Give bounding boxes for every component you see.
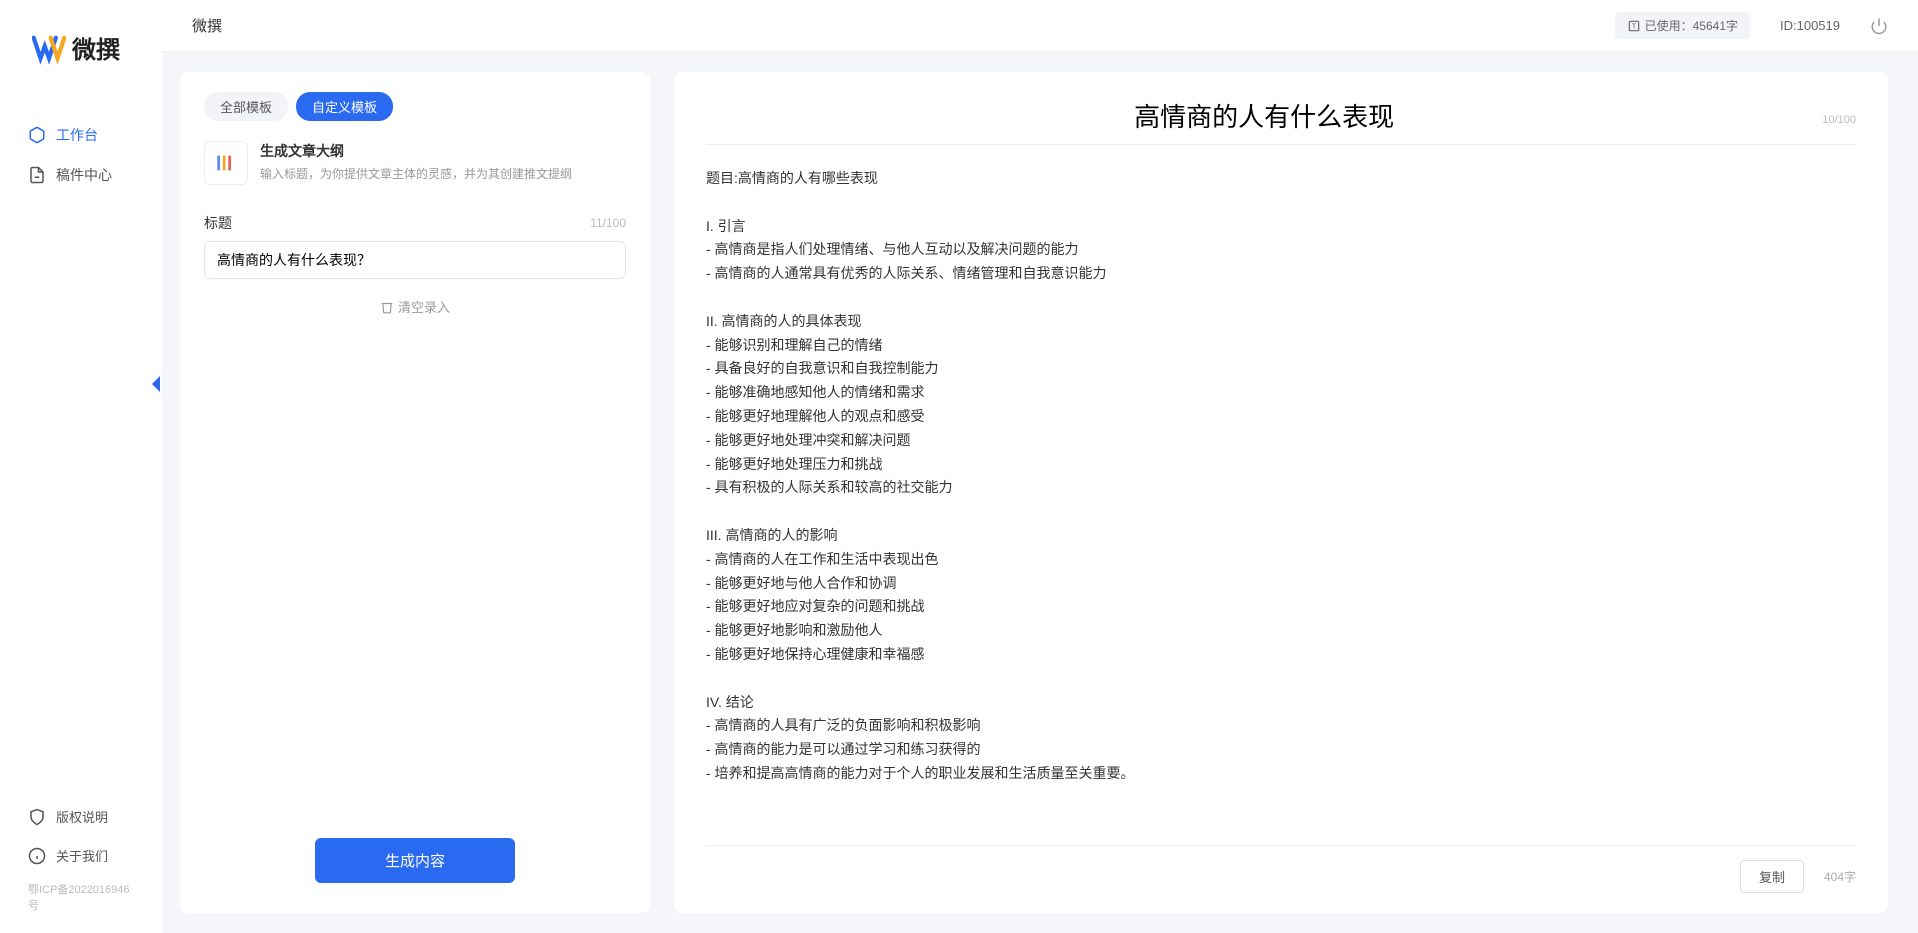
template-tabs: 全部模板 自定义模板 xyxy=(204,92,626,121)
template-icon xyxy=(204,141,248,185)
text-icon: T xyxy=(1627,19,1641,33)
template-desc: 输入标题，为你提供文章主体的灵感，并为其创建推文提纲 xyxy=(260,165,572,182)
title-char-count: 11/100 xyxy=(590,216,626,230)
title-input[interactable] xyxy=(204,241,626,279)
output-title-char-count: 10/100 xyxy=(1822,114,1856,126)
topbar: 微撰 T 已使用：45641字 ID:100519 xyxy=(162,0,1918,52)
collapse-sidebar-icon[interactable] xyxy=(148,372,164,396)
sidebar-item-about[interactable]: 关于我们 xyxy=(0,836,162,875)
usage-badge: T 已使用：45641字 xyxy=(1615,12,1750,39)
usage-text: 已使用：45641字 xyxy=(1645,17,1738,34)
logo: 微撰 xyxy=(0,30,162,65)
doc-icon xyxy=(28,166,46,184)
sidebar-item-docs[interactable]: 稿件中心 xyxy=(0,155,162,195)
main: 微撰 T 已使用：45641字 ID:100519 全部模板 自定义模板 xyxy=(162,0,1918,933)
page-title: 微撰 xyxy=(192,15,222,36)
input-panel: 全部模板 自定义模板 生成文章大纲 输入标题，为你提供文章主体的灵感，并为其创建… xyxy=(180,72,650,913)
sidebar-bottom: 版权说明 关于我们 鄂ICP备2022016946号 xyxy=(0,797,162,933)
info-icon xyxy=(28,847,46,865)
icp-text: 鄂ICP备2022016946号 xyxy=(0,881,162,913)
sidebar-item-label: 稿件中心 xyxy=(56,165,112,185)
title-field-label: 标题 xyxy=(204,213,232,233)
copy-button[interactable]: 复制 xyxy=(1740,860,1804,893)
sidebar-item-label: 关于我们 xyxy=(56,846,108,865)
shield-icon xyxy=(28,808,46,826)
template-title: 生成文章大纲 xyxy=(260,141,572,161)
logo-text: 微撰 xyxy=(72,30,120,65)
sidebar-item-label: 版权说明 xyxy=(56,807,108,826)
clear-button[interactable]: 清空录入 xyxy=(204,297,626,316)
sidebar: 微撰 工作台 稿件中心 版权说明 关于我们 鄂ICP备2022016946号 xyxy=(0,0,162,933)
word-count: 404字 xyxy=(1824,868,1856,885)
sidebar-item-label: 工作台 xyxy=(56,125,98,145)
output-panel: 10/100 题目:高情商的人有哪些表现 I. 引言 - 高情商是指人们处理情绪… xyxy=(674,72,1888,913)
power-icon[interactable] xyxy=(1870,17,1888,35)
sidebar-item-copyright[interactable]: 版权说明 xyxy=(0,797,162,836)
tab-all-templates[interactable]: 全部模板 xyxy=(204,92,288,121)
trash-icon xyxy=(380,300,394,314)
cube-icon xyxy=(28,126,46,144)
tab-custom-templates[interactable]: 自定义模板 xyxy=(296,92,393,121)
template-card: 生成文章大纲 输入标题，为你提供文章主体的灵感，并为其创建推文提纲 xyxy=(204,141,626,185)
svg-text:T: T xyxy=(1631,23,1636,30)
sidebar-item-workspace[interactable]: 工作台 xyxy=(0,115,162,155)
content-area: 全部模板 自定义模板 生成文章大纲 输入标题，为你提供文章主体的灵感，并为其创建… xyxy=(162,52,1918,933)
clear-label: 清空录入 xyxy=(398,297,450,316)
logo-icon xyxy=(32,31,66,65)
generate-button[interactable]: 生成内容 xyxy=(315,838,515,883)
output-body[interactable]: 题目:高情商的人有哪些表现 I. 引言 - 高情商是指人们处理情绪、与他人互动以… xyxy=(706,167,1856,835)
user-id: ID:100519 xyxy=(1780,18,1840,33)
nav-main: 工作台 稿件中心 xyxy=(0,115,162,797)
output-title-input[interactable] xyxy=(706,100,1822,130)
output-footer: 复制 404字 xyxy=(706,845,1856,893)
